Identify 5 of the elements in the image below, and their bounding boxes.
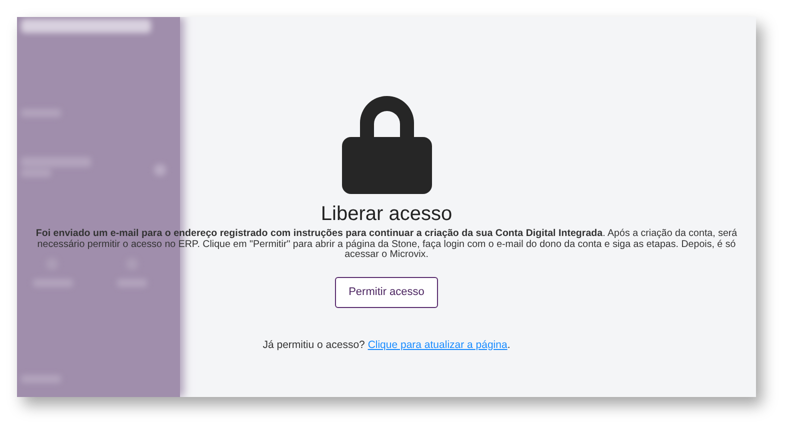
lock-icon <box>342 93 432 194</box>
refresh-text: Já permitiu o acesso? Clique para atualizar a página. <box>262 338 510 352</box>
instructions-text: Foi enviado um e-mail para o endereço registrado com instruções para continuar a criação da sua Conta Digital Integrada. Após a criação da conta, será necessário permitir o acesso no ERP. Clique em "Permitir" para abrir a página da Stone, faça login com o e-mail do dono da conta e siga as etapas. Depois, é só acessar o Microvix. <box>34 229 738 260</box>
allow-access-button[interactable]: Permitir acesso <box>335 276 438 308</box>
page-title: Liberar acesso <box>320 202 452 226</box>
